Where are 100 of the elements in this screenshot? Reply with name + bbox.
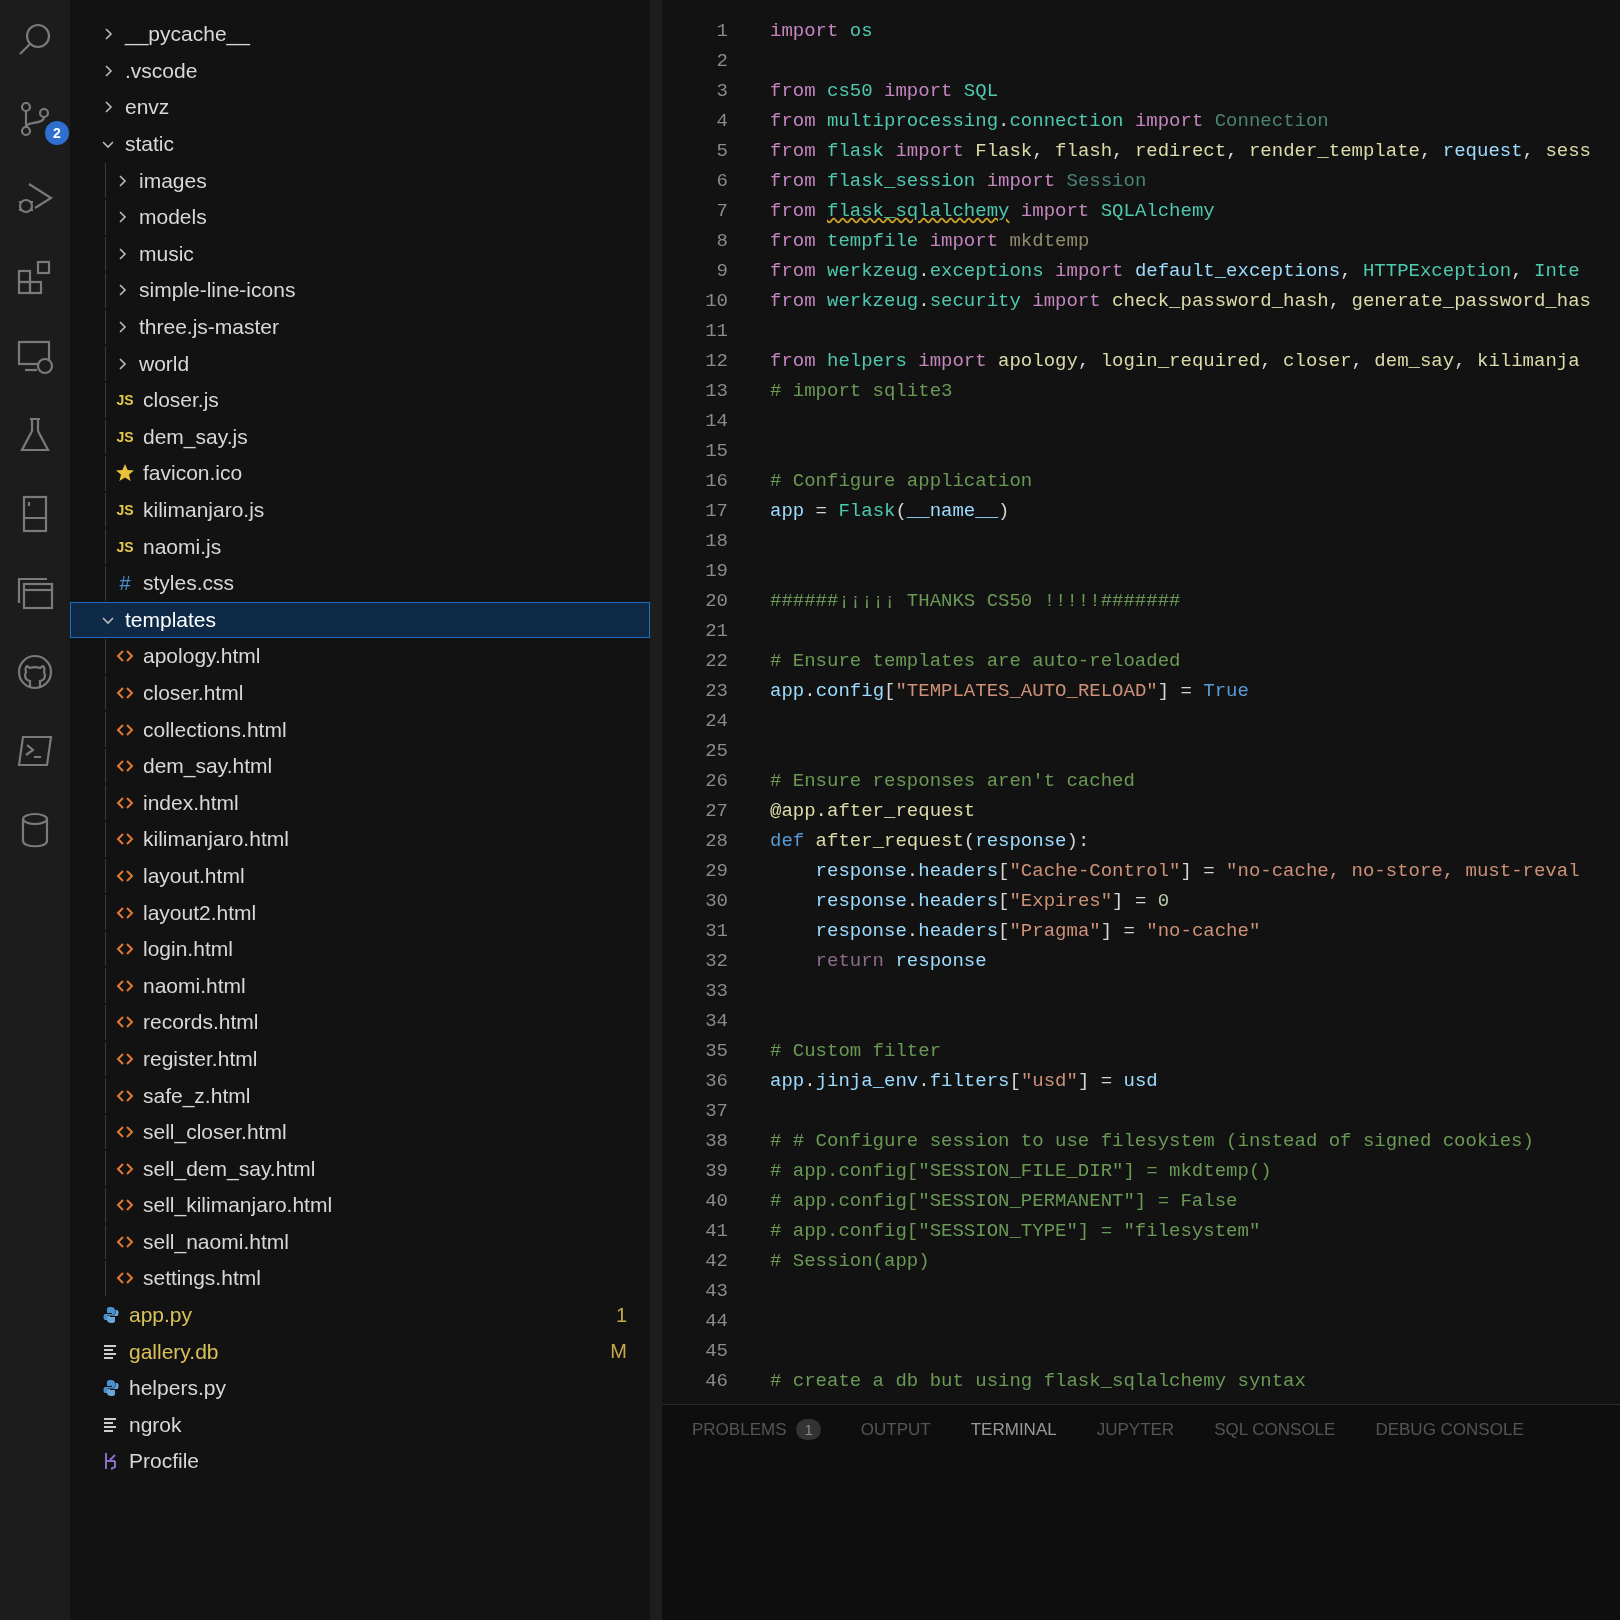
line-number: 25: [704, 740, 728, 762]
tree-item[interactable]: records.html: [70, 1004, 650, 1041]
line-number: 37: [704, 1100, 728, 1122]
tree-item[interactable]: index.html: [70, 784, 650, 822]
git-status: M: [610, 1340, 627, 1364]
line-number: 11: [704, 320, 728, 342]
tree-item[interactable]: __pycache__: [70, 16, 650, 53]
tree-item[interactable]: templates: [70, 601, 650, 639]
line-number: 40: [704, 1190, 728, 1212]
panel-tab[interactable]: TERMINAL: [970, 1415, 1057, 1444]
code-line: from helpers import apology, login_required, closer, dem_say, kilimanja: [770, 350, 1580, 372]
line-number: 24: [704, 710, 728, 732]
github-icon[interactable]: [15, 652, 55, 692]
git-status: 1: [615, 1303, 627, 1327]
tree-item[interactable]: .vscode: [70, 52, 650, 90]
code-line: @app.after_request: [770, 800, 976, 822]
tree-item[interactable]: envz: [70, 89, 650, 126]
code-line: # # Configure session to use filesystem (instead of signed cookies): [770, 1130, 1534, 1152]
tree-item[interactable]: gallery.db M: [70, 1333, 650, 1370]
code-line: # create a db but using flask_sqlalchemy syntax: [770, 1370, 1306, 1392]
line-number: 2: [715, 50, 728, 72]
tree-item[interactable]: safe_z.html: [70, 1077, 650, 1114]
tree-item[interactable]: settings.html: [70, 1260, 650, 1297]
tree-item[interactable]: collections.html: [70, 711, 650, 748]
tree-item[interactable]: Procfile: [70, 1443, 650, 1480]
code-line: def after_request(response):: [770, 830, 1090, 852]
file-type-icon: JS: [115, 538, 135, 555]
code-line: ######¡¡¡¡¡ THANKS CS50 !!!!!#######: [770, 590, 1181, 612]
code-line: # Custom filter: [770, 1040, 942, 1062]
tree-item[interactable]: simple-line-icons: [70, 272, 650, 309]
line-number: 34: [704, 1010, 728, 1032]
tree-item[interactable]: JS closer.js: [70, 381, 650, 419]
code-line: app = Flask(__name__): [770, 500, 1010, 522]
tree-item[interactable]: # styles.css: [70, 564, 650, 602]
file-type-icon: JS: [115, 428, 135, 445]
code-line: from cs50 import SQL: [770, 80, 999, 102]
tree-item[interactable]: sell_dem_say.html: [70, 1150, 650, 1187]
code-line: import os: [770, 20, 873, 42]
tree-item[interactable]: ngrok: [70, 1406, 650, 1444]
tree-item[interactable]: login.html: [70, 930, 650, 968]
line-number: 44: [704, 1310, 728, 1332]
tree-item[interactable]: register.html: [70, 1040, 650, 1078]
tree-item[interactable]: static: [70, 125, 650, 163]
tree-item[interactable]: music: [70, 235, 650, 273]
tree-item[interactable]: naomi.html: [70, 967, 650, 1005]
code-line: # Configure application: [770, 470, 1033, 492]
tree-item[interactable]: apology.html: [70, 638, 650, 675]
code-line: return response: [814, 950, 987, 972]
code-line: response.headers["Cache-Control"] = "no-cache, no-store, must-reval: [814, 860, 1580, 882]
tree-item[interactable]: closer.html: [70, 674, 650, 712]
tree-item[interactable]: kilimanjaro.html: [70, 821, 650, 858]
tree-item[interactable]: sell_closer.html: [70, 1113, 650, 1151]
tree-item[interactable]: app.py 1: [70, 1296, 650, 1334]
line-number: 12: [704, 350, 728, 372]
python-icon: [101, 1378, 121, 1399]
code-line: # Ensure templates are auto-reloaded: [770, 650, 1181, 672]
line-number: 39: [704, 1160, 728, 1182]
line-number: 35: [704, 1040, 728, 1062]
line-number: 20: [704, 590, 728, 612]
line-number: 43: [704, 1280, 728, 1302]
line-number: 42: [704, 1250, 728, 1272]
tree-item[interactable]: helpers.py: [70, 1369, 650, 1407]
tree-item[interactable]: JS naomi.js: [70, 528, 650, 565]
tree-item[interactable]: sell_kilimanjaro.html: [70, 1187, 650, 1224]
line-number: 19: [704, 560, 728, 582]
panel-tab[interactable]: PROBLEMS 1: [692, 1415, 821, 1444]
line-number: 5: [715, 140, 728, 162]
code-line: # app.config["SESSION_PERMANENT"] = False: [770, 1190, 1238, 1212]
line-number: 36: [704, 1070, 728, 1092]
line-number: 10: [704, 290, 728, 312]
line-number: 9: [715, 260, 728, 282]
line-number: 46: [704, 1370, 728, 1392]
line-number: 3: [715, 80, 728, 102]
tree-item[interactable]: world: [70, 345, 650, 382]
line-number: 8: [715, 230, 728, 252]
tree-item[interactable]: layout2.html: [70, 894, 650, 931]
tree-item[interactable]: JS dem_say.js: [70, 418, 650, 456]
tree-item[interactable]: images: [70, 162, 650, 199]
code-line: # app.config["SESSION_TYPE"] = "filesystem": [770, 1220, 1261, 1242]
code-line: from flask_session import Session: [770, 170, 1147, 192]
code-line: # import sqlite3: [770, 380, 953, 402]
line-number: 28: [704, 830, 728, 852]
line-number: 29: [704, 860, 728, 882]
code-line: from werkzeug.exceptions import default_exceptions, HTTPException, Inte: [770, 260, 1580, 282]
tree-item[interactable]: sell_naomi.html: [70, 1223, 650, 1261]
code-line: from tempfile import mkdtemp: [770, 230, 1090, 252]
tree-item[interactable]: favicon.ico: [70, 455, 650, 492]
tree-item[interactable]: three.js-master: [70, 308, 650, 346]
line-number: 27: [704, 800, 728, 822]
file-type-icon: JS: [115, 392, 135, 409]
line-number: 6: [715, 170, 728, 192]
code-line: response.headers["Pragma"] = "no-cache": [814, 920, 1261, 942]
line-number: 32: [704, 950, 728, 972]
tree-item[interactable]: layout.html: [70, 857, 650, 895]
tree-item[interactable]: models: [70, 198, 650, 236]
python-icon: [101, 1305, 121, 1326]
line-number: 16: [704, 470, 728, 492]
line-number: 1: [715, 20, 728, 42]
tree-item[interactable]: JS kilimanjaro.js: [70, 491, 650, 529]
tree-item[interactable]: dem_say.html: [70, 747, 650, 785]
